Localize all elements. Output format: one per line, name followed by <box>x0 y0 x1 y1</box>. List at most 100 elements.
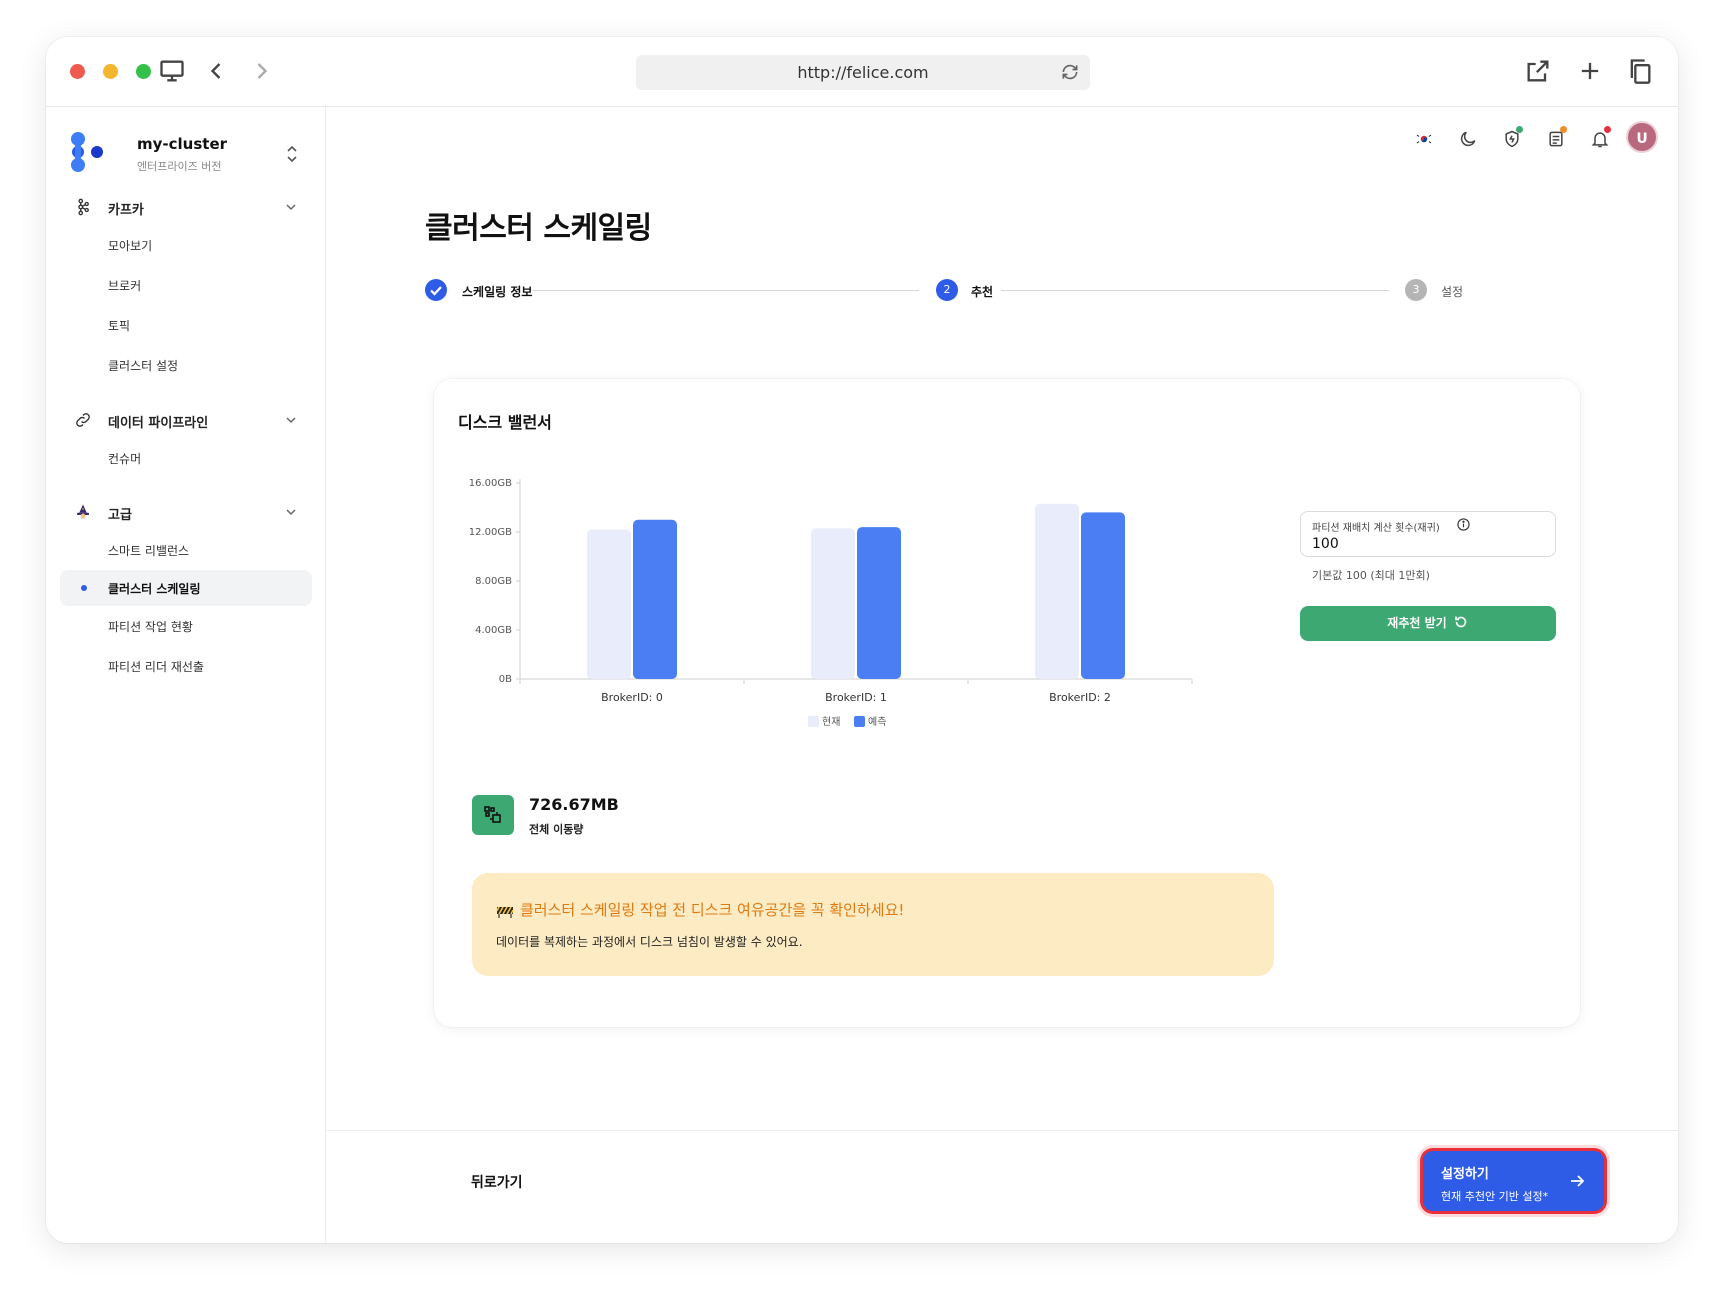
header-actions: U <box>1400 121 1660 157</box>
button-label: 재추천 받기 <box>1387 616 1447 630</box>
display-icon[interactable] <box>158 57 186 85</box>
legend-swatch <box>854 716 865 727</box>
y-tick-label: 8.00GB <box>475 576 512 587</box>
sidebar: my-cluster 엔터프라이즈 버전 카프카 모아보기 브로커 토픽 클러스… <box>46 107 326 1243</box>
card-title: 디스크 밸런서 <box>458 413 552 432</box>
sidebar-item-overview[interactable]: 모아보기 <box>60 227 312 263</box>
info-icon[interactable] <box>1457 518 1470 531</box>
main-content: U 클러스터 스케일링 스케일링 정보 2 추천 3 설정 디스크 밸런서 0B… <box>327 107 1678 1243</box>
notification-badge <box>1604 126 1611 133</box>
sidebar-item-cluster-scaling[interactable]: 클러스터 스케일링 <box>60 570 312 606</box>
chevron-down-icon <box>286 509 296 516</box>
sidebar-item-label: 모아보기 <box>108 239 153 253</box>
link-icon <box>76 413 90 427</box>
disk-usage-bar-chart: 0B 4.00GB 8.00GB 12.00GB 16.00GB BrokerID: 0 B… <box>469 478 1193 728</box>
x-tick-label: BrokerID: 0 <box>601 691 663 704</box>
new-tab-icon[interactable] <box>1576 57 1604 85</box>
nav-group-advanced[interactable]: 고급 <box>60 496 312 528</box>
sidebar-item-label: 토픽 <box>108 319 131 333</box>
step-3-label: 설정 <box>1441 285 1464 299</box>
nav-group-data-pipeline[interactable]: 데이터 파이프라인 <box>60 404 312 436</box>
x-tick-label: BrokerID: 1 <box>825 691 887 704</box>
nav-group-label: 데이터 파이프라인 <box>108 416 209 431</box>
sidebar-item-label: 스마트 리밸런스 <box>108 544 190 558</box>
sidebar-item-label: 브로커 <box>108 279 142 293</box>
nav-group-label: 카프카 <box>108 203 144 218</box>
legend-label: 현재 <box>822 716 840 728</box>
step-2-label: 추천 <box>971 285 994 299</box>
sidebar-item-leader-election[interactable]: 파티션 리더 재선출 <box>60 648 312 684</box>
user-avatar[interactable]: U <box>1626 121 1658 153</box>
step-3-number: 3 <box>1405 279 1427 301</box>
stepper: 스케일링 정보 2 추천 3 설정 <box>425 279 1571 303</box>
bar-predicted <box>857 527 901 679</box>
arrow-right-icon <box>1571 1175 1585 1187</box>
partition-iterations-field[interactable]: 파티션 재배치 계산 횟수(재귀) <box>1300 511 1556 557</box>
maximize-window-button[interactable] <box>136 64 151 79</box>
step-connector <box>1001 290 1389 291</box>
cluster-logo-icon <box>71 132 103 172</box>
partition-iterations-input[interactable] <box>1312 536 1542 552</box>
nav-group-label: 고급 <box>108 508 132 523</box>
sidebar-item-brokers[interactable]: 브로커 <box>60 267 312 303</box>
sidebar-item-label: 파티션 작업 현황 <box>108 620 193 634</box>
sidebar-item-label: 컨슈머 <box>108 452 142 466</box>
nav-group-kafka[interactable]: 카프카 <box>60 191 312 223</box>
open-external-icon[interactable] <box>1524 57 1552 85</box>
notes-badge <box>1560 126 1567 133</box>
warning-title: 클러스터 스케일링 작업 전 디스크 여유공간을 꼭 확인하세요! <box>520 901 905 919</box>
browser-toolbar: http://felice.com <box>46 37 1678 107</box>
reload-icon[interactable] <box>1060 62 1080 82</box>
x-tick-label: BrokerID: 2 <box>1049 691 1111 704</box>
sidebar-item-label: 파티션 리더 재선출 <box>108 660 204 674</box>
cluster-name[interactable]: my-cluster <box>137 135 227 153</box>
data-transfer-icon <box>484 806 501 823</box>
chevron-down-icon <box>286 204 296 211</box>
bar-current <box>587 529 631 679</box>
sidebar-item-cluster-settings[interactable]: 클러스터 설정 <box>60 347 312 383</box>
disk-warning-banner: 클러스터 스케일링 작업 전 디스크 여유공간을 꼭 확인하세요! 데이터를 복… <box>472 873 1274 976</box>
cta-subtitle: 현재 추천안 기반 설정* <box>1441 1190 1549 1203</box>
total-movement-value: 726.67MB <box>529 795 619 814</box>
legend-swatch <box>808 716 819 727</box>
back-button[interactable]: 뒤로가기 <box>471 1172 523 1192</box>
browser-window: http://felice.com my-cluster 엔터프라이즈 버전 카… <box>46 37 1678 1243</box>
url-text: http://felice.com <box>797 63 929 82</box>
y-tick-label: 12.00GB <box>469 527 512 538</box>
sidebar-item-label: 클러스터 스케일링 <box>108 582 201 596</box>
wizard-icon <box>77 504 89 520</box>
step-1-label: 스케일링 정보 <box>462 285 533 299</box>
bar-current <box>811 528 855 679</box>
step-2-number: 2 <box>936 279 958 301</box>
sidebar-item-smart-rebalance[interactable]: 스마트 리밸런스 <box>60 532 312 568</box>
active-indicator <box>81 585 87 591</box>
refresh-icon <box>1454 616 1466 628</box>
forward-arrow-icon[interactable] <box>248 57 276 85</box>
wizard-footer: 뒤로가기 설정하기 현재 추천안 기반 설정* <box>327 1130 1678 1243</box>
moon-icon[interactable] <box>1458 129 1478 149</box>
cluster-edition: 엔터프라이즈 버전 <box>137 160 222 173</box>
step-connector <box>533 290 919 291</box>
sidebar-item-topics[interactable]: 토픽 <box>60 307 312 343</box>
step-1-complete-icon <box>425 279 447 301</box>
cta-title: 설정하기 <box>1441 1167 1489 1182</box>
cluster-switch-icon[interactable] <box>284 144 300 164</box>
warning-text: 데이터를 복제하는 과정에서 디스크 넘침이 발생할 수 있어요. <box>496 935 803 949</box>
sidebar-item-label: 클러스터 설정 <box>108 359 179 373</box>
recommend-again-button[interactable]: 재추천 받기 <box>1300 606 1556 641</box>
close-window-button[interactable] <box>70 64 85 79</box>
minimize-window-button[interactable] <box>103 64 118 79</box>
address-bar[interactable]: http://felice.com <box>636 55 1090 90</box>
y-tick-label: 0B <box>499 674 512 685</box>
korea-flag-icon[interactable] <box>1414 129 1434 149</box>
back-arrow-icon[interactable] <box>202 57 230 85</box>
sidebar-item-partition-jobs[interactable]: 파티션 작업 현황 <box>60 608 312 644</box>
copy-window-icon[interactable] <box>1626 57 1654 85</box>
field-hint: 기본값 100 (최대 1만회) <box>1312 569 1430 582</box>
bar-predicted <box>633 519 677 679</box>
field-label: 파티션 재배치 계산 횟수(재귀) <box>1312 523 1440 534</box>
apply-settings-button[interactable]: 설정하기 현재 추천안 기반 설정* <box>1423 1151 1604 1211</box>
kafka-icon <box>78 198 89 216</box>
sidebar-item-consumers[interactable]: 컨슈머 <box>60 440 312 476</box>
shield-status-badge <box>1516 126 1523 133</box>
